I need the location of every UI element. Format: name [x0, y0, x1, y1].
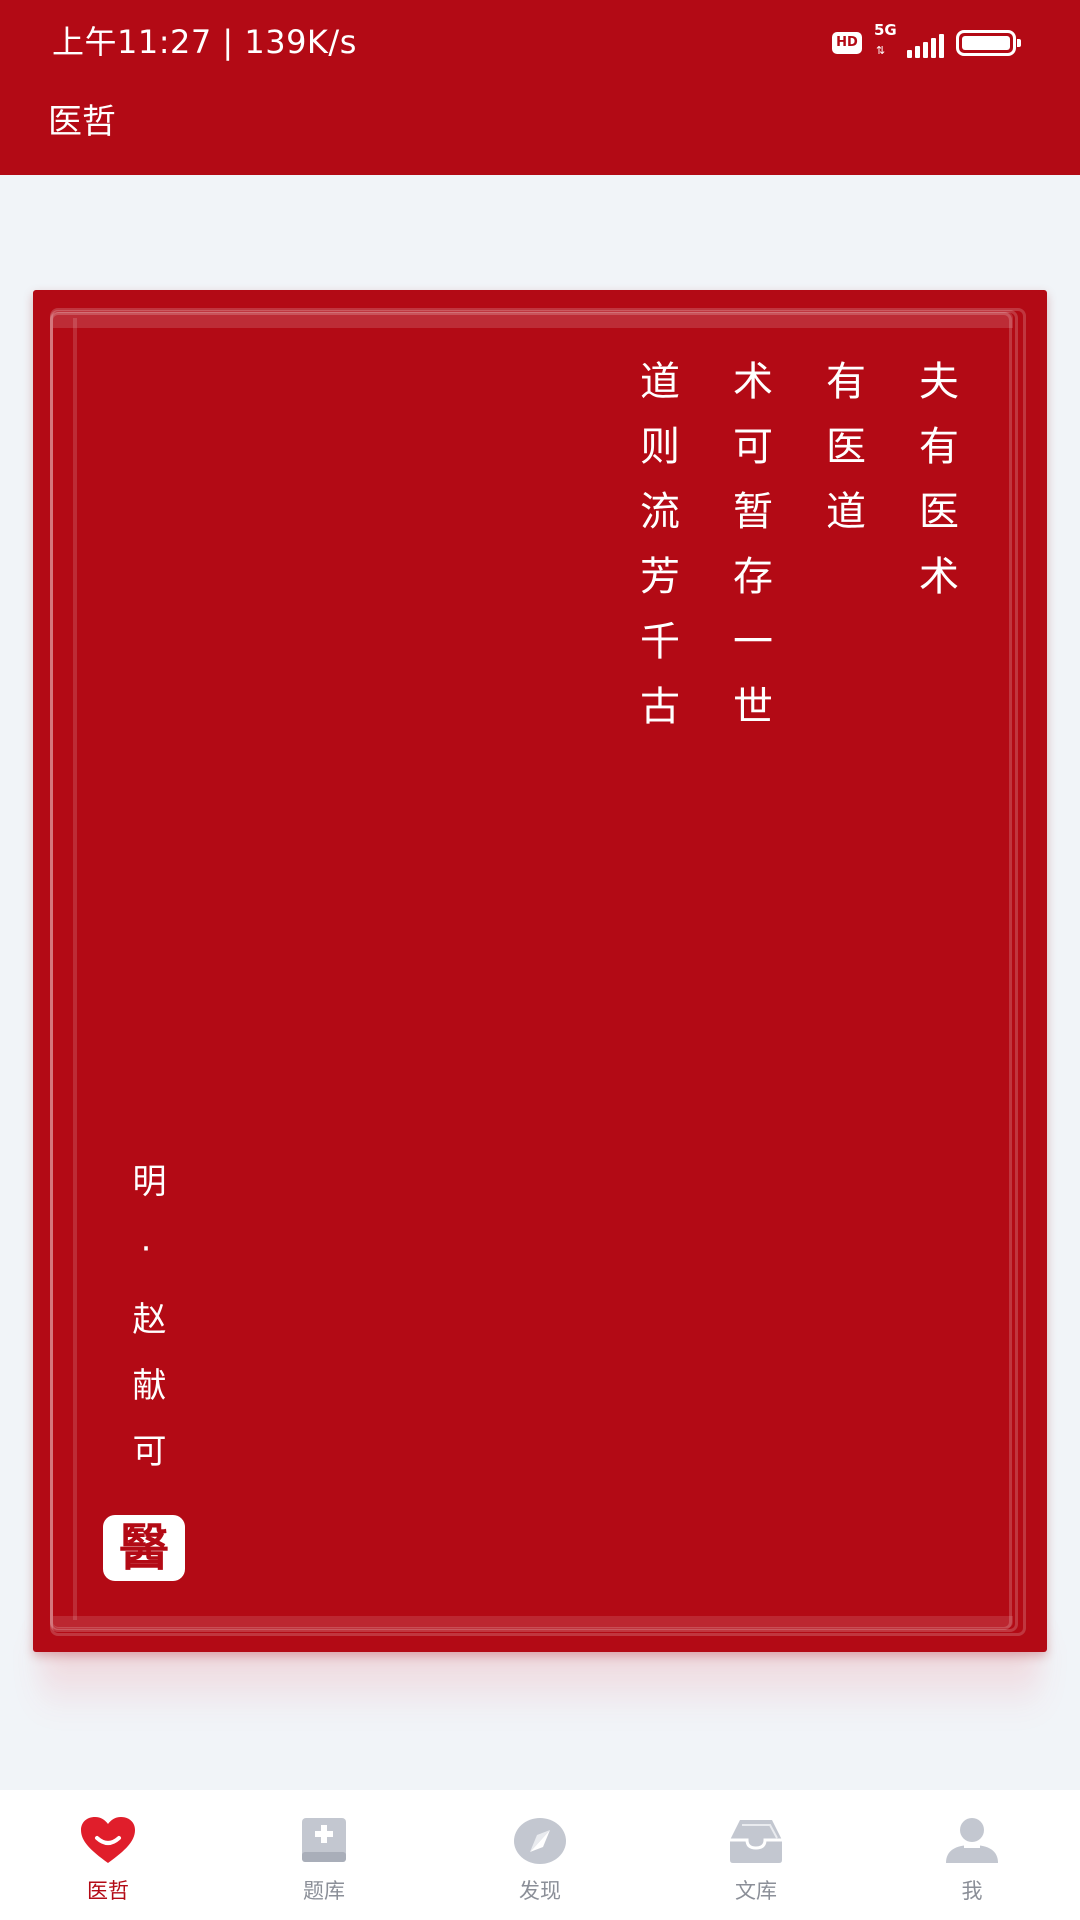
user-icon [946, 1818, 998, 1863]
heart-smile-icon [81, 1817, 135, 1863]
top-bar: 上午11:27 | 139K/s HD 5G ⇅ 医哲 [0, 0, 1080, 175]
page-top-band [53, 312, 1013, 328]
signal-bars [907, 34, 944, 58]
signal-icon: 5G ⇅ [874, 22, 944, 58]
nav-item-yizhe[interactable]: 医哲 [0, 1790, 216, 1920]
author-attribution: 明·赵献可 [126, 1163, 166, 1499]
hd-icon: HD [832, 32, 862, 54]
nav-label: 医哲 [87, 1879, 129, 1903]
network-type: 5G [874, 21, 897, 39]
nav-item-me[interactable]: 我 [864, 1790, 1080, 1920]
nav-item-faxian[interactable]: 发现 [432, 1790, 648, 1920]
quote-card: 夫有医术 有医道 术可暂存一世 道则流芳千古 明·赵献可 醫 [33, 290, 1047, 1652]
nav-label: 文库 [735, 1879, 777, 1903]
page-title: 医哲 [48, 102, 116, 142]
nav-label: 题库 [303, 1879, 345, 1903]
question-bank-icon [302, 1818, 346, 1862]
battery-level [962, 36, 1010, 50]
compass-icon [514, 1818, 566, 1864]
book-spine [73, 318, 77, 1620]
poem-line-2: 有医道 [819, 360, 865, 555]
poem-line-4: 道则流芳千古 [633, 360, 679, 750]
nav-label: 我 [961, 1879, 983, 1903]
inbox-tray-icon [730, 1820, 782, 1863]
seal-stamp: 醫 [103, 1515, 185, 1581]
page-bottom-band [53, 1616, 1013, 1628]
data-arrows-icon: ⇅ [876, 44, 886, 57]
status-icons: HD 5G ⇅ [832, 22, 1021, 58]
nav-label: 发现 [519, 1879, 561, 1903]
nav-item-tiku[interactable]: 题库 [216, 1790, 432, 1920]
poem-line-1: 夫有医术 [912, 360, 958, 620]
nav-item-wenku[interactable]: 文库 [648, 1790, 864, 1920]
poem-line-3: 术可暂存一世 [726, 360, 772, 750]
battery-icon [956, 30, 1021, 56]
bottom-nav: 医哲 题库 发现 文库 我 [0, 1790, 1080, 1920]
status-time: 上午11:27 | 139K/s [52, 23, 357, 61]
